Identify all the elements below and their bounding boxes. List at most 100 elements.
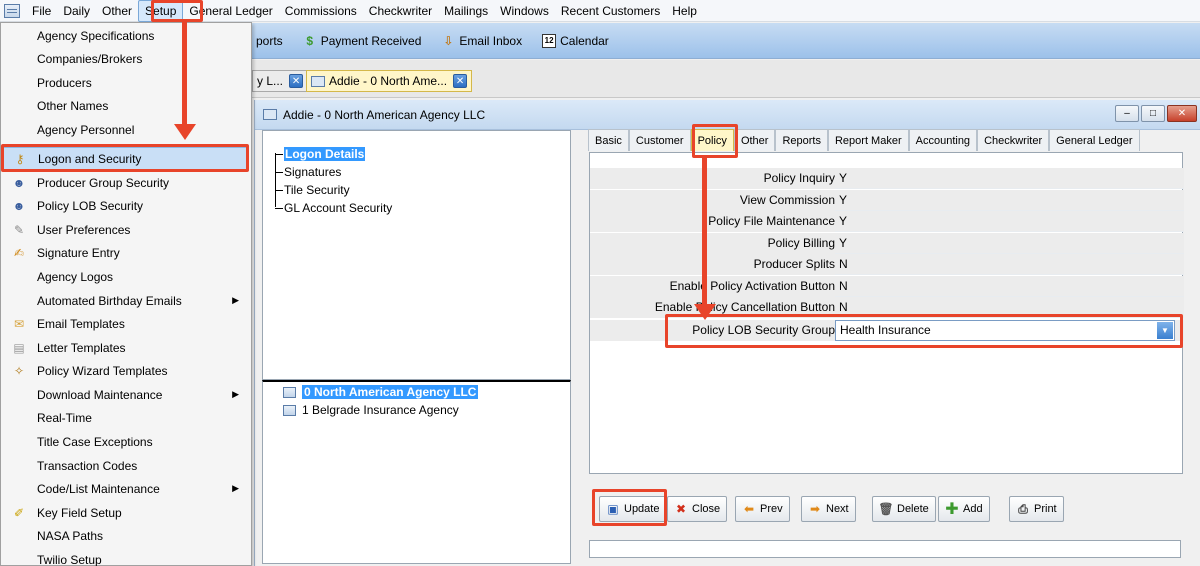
- next-button[interactable]: ➡ Next: [801, 496, 856, 522]
- menu-item-email-templates[interactable]: ✉ Email Templates: [3, 312, 249, 336]
- window-title-bar: Addie - 0 North American Agency LLC – □ …: [255, 100, 1200, 130]
- reports-button[interactable]: ports: [256, 34, 283, 48]
- people-key-icon: ⚷: [15, 151, 25, 166]
- close-tab-icon[interactable]: ✕: [453, 74, 468, 88]
- menu-mailings[interactable]: Mailings: [438, 1, 494, 21]
- doc-tab-previous[interactable]: y L... ✕: [252, 70, 309, 92]
- menu-item-logon-and-security[interactable]: ⚷ Logon and Security: [3, 147, 249, 171]
- lob-security-group-select[interactable]: Health Insurance ▼: [835, 320, 1175, 341]
- menu-item-label: Email Templates: [37, 316, 125, 331]
- menu-windows[interactable]: Windows: [494, 1, 555, 21]
- setting-label: Enable Policy Activation Button: [669, 279, 835, 293]
- setting-label: Policy File Maintenance: [708, 214, 835, 228]
- calendar-label: Calendar: [560, 33, 609, 48]
- menu-item-letter-templates[interactable]: ▤ Letter Templates: [3, 336, 249, 360]
- setting-value[interactable]: N: [835, 297, 1184, 318]
- menu-item-label: Title Case Exceptions: [37, 434, 153, 449]
- menu-item-transaction-codes[interactable]: Transaction Codes: [3, 454, 249, 478]
- menu-item-producers[interactable]: Producers: [3, 71, 249, 95]
- agency-label: 0 North American Agency LLC: [302, 385, 479, 399]
- menu-item-title-case-exceptions[interactable]: Title Case Exceptions: [3, 430, 249, 454]
- close-window-button[interactable]: ✕: [1167, 105, 1197, 122]
- tree-item-signatures[interactable]: Signatures: [275, 165, 341, 179]
- update-button[interactable]: ▣ Update: [599, 496, 667, 522]
- menu-item-twilio-setup[interactable]: Twilio Setup: [3, 548, 249, 566]
- tab-basic[interactable]: Basic: [588, 129, 629, 151]
- menu-item-real-time[interactable]: Real-Time: [3, 406, 249, 430]
- menu-recent-customers[interactable]: Recent Customers: [555, 1, 666, 21]
- update-label: Update: [624, 503, 660, 515]
- delete-button[interactable]: 🗑 Delete: [872, 496, 936, 522]
- tree-item-tile-security[interactable]: Tile Security: [275, 183, 350, 197]
- tab-accounting[interactable]: Accounting: [908, 129, 978, 151]
- menu-item-code-list-maintenance[interactable]: Code/List Maintenance ▶: [3, 477, 249, 501]
- agency-list: 0 North American Agency LLC 1 Belgrade I…: [262, 380, 571, 564]
- minimize-button[interactable]: –: [1115, 105, 1139, 122]
- close-label: Close: [692, 503, 721, 515]
- email-inbox-button[interactable]: ⇩ Email Inbox: [441, 34, 522, 48]
- close-button[interactable]: ✖ Close: [667, 496, 728, 522]
- doc-tab-addie[interactable]: Addie - 0 North Ame... ✕: [306, 70, 473, 92]
- tab-checkwriter[interactable]: Checkwriter: [977, 129, 1050, 151]
- add-button[interactable]: ✚ Add: [938, 496, 990, 522]
- chevron-down-icon[interactable]: ▼: [1157, 322, 1173, 339]
- tab-general-ledger[interactable]: General Ledger: [1049, 129, 1140, 151]
- prev-label: Prev: [760, 503, 783, 515]
- menu-setup[interactable]: Setup: [138, 0, 184, 22]
- menu-item-download-maintenance[interactable]: Download Maintenance ▶: [3, 383, 249, 407]
- menu-daily[interactable]: Daily: [57, 1, 96, 21]
- menu-item-policy-wizard-templates[interactable]: ✧ Policy Wizard Templates: [3, 359, 249, 383]
- tab-reports[interactable]: Reports: [775, 129, 828, 151]
- menu-checkwriter[interactable]: Checkwriter: [363, 1, 438, 21]
- setting-label: Producer Splits: [753, 257, 835, 271]
- payment-received-button[interactable]: $ Payment Received: [303, 34, 421, 48]
- menu-item-nasa-paths[interactable]: NASA Paths: [3, 524, 249, 548]
- menu-other[interactable]: Other: [96, 1, 138, 21]
- menu-item-agency-specifications[interactable]: Agency Specifications: [3, 24, 249, 48]
- app-menu-icon[interactable]: [4, 3, 20, 18]
- maximize-button[interactable]: □: [1141, 105, 1165, 122]
- setting-row-policy-inquiry: Policy Inquiry Y: [590, 168, 1184, 189]
- setting-value[interactable]: Y: [835, 211, 1184, 232]
- tab-customer[interactable]: Customer: [628, 129, 691, 151]
- menu-help[interactable]: Help: [666, 1, 703, 21]
- menu-item-label: Agency Logos: [37, 269, 114, 284]
- tree-item-logon-details[interactable]: Logon Details: [275, 147, 366, 161]
- menu-item-label: Key Field Setup: [37, 505, 122, 520]
- window-controls: – □ ✕: [1113, 105, 1197, 122]
- menu-item-producer-group-security[interactable]: ☻ Producer Group Security: [3, 171, 249, 195]
- menu-item-other-names[interactable]: Other Names: [3, 95, 249, 119]
- menu-commissions[interactable]: Commissions: [279, 1, 363, 21]
- menu-item-agency-personnel[interactable]: Agency Personnel: [3, 118, 249, 142]
- setting-value[interactable]: N: [835, 254, 1184, 275]
- setting-value[interactable]: Y: [835, 233, 1184, 254]
- calendar-icon: 12: [542, 33, 557, 48]
- setting-value[interactable]: N: [835, 276, 1184, 297]
- tab-policy[interactable]: Policy: [690, 129, 734, 151]
- menu-item-user-preferences[interactable]: ✎ User Preferences: [3, 218, 249, 242]
- menu-item-automated-birthday-emails[interactable]: Automated Birthday Emails ▶: [3, 289, 249, 313]
- setting-label: Enable Policy Cancellation Button: [654, 300, 835, 314]
- agency-item-north-american[interactable]: 0 North American Agency LLC: [283, 385, 479, 399]
- menu-general-ledger[interactable]: General Ledger: [183, 1, 278, 21]
- menu-item-key-field-setup[interactable]: ✐ Key Field Setup: [3, 501, 249, 525]
- prev-button[interactable]: ⬅ Prev: [735, 496, 790, 522]
- setting-label: View Commission: [739, 193, 835, 207]
- print-label: Print: [1034, 503, 1057, 515]
- tab-other[interactable]: Other: [733, 129, 776, 151]
- menu-item-signature-entry[interactable]: ✍ Signature Entry: [3, 241, 249, 265]
- tab-report-maker[interactable]: Report Maker: [827, 129, 909, 151]
- setting-value[interactable]: Y: [835, 168, 1184, 189]
- users-icon: ☻: [12, 175, 26, 190]
- agency-item-belgrade[interactable]: 1 Belgrade Insurance Agency: [283, 403, 459, 417]
- setting-row-policy-cancellation: Enable Policy Cancellation Button N: [590, 297, 1184, 318]
- close-tab-icon[interactable]: ✕: [289, 74, 304, 88]
- setting-value[interactable]: Y: [835, 190, 1184, 211]
- menu-item-companies-brokers[interactable]: Companies/Brokers: [3, 48, 249, 72]
- menu-item-policy-lob-security[interactable]: ☻ Policy LOB Security: [3, 194, 249, 218]
- print-button[interactable]: ⎙ Print: [1009, 496, 1064, 522]
- menu-file[interactable]: File: [26, 1, 57, 21]
- calendar-button[interactable]: 12 Calendar: [542, 33, 609, 48]
- menu-item-agency-logos[interactable]: Agency Logos: [3, 265, 249, 289]
- tree-item-gl-account-security[interactable]: GL Account Security: [275, 201, 392, 215]
